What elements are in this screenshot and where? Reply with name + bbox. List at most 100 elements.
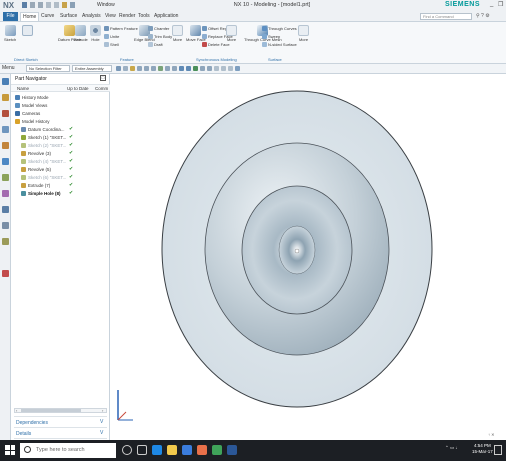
history-icon[interactable] <box>2 174 9 181</box>
draft-button[interactable]: Draft <box>148 42 163 47</box>
tree-node[interactable]: Simple Hole (8) ✔ <box>11 190 110 197</box>
scroll-left-icon[interactable]: ‹ <box>16 408 17 413</box>
control-point-icon[interactable] <box>151 66 156 71</box>
chrome-icon[interactable] <box>197 445 207 455</box>
chamfer-button[interactable]: Chamfer <box>148 26 169 31</box>
scroll-right-icon[interactable]: › <box>102 408 103 413</box>
store-icon[interactable] <box>182 445 192 455</box>
tree-node[interactable]: History Mode <box>11 94 110 101</box>
sketch-button[interactable]: Sketch <box>4 25 16 42</box>
tab-surface[interactable]: Surface <box>58 12 79 21</box>
wcs-icon[interactable] <box>214 66 219 71</box>
constraint-navigator-icon[interactable] <box>2 110 9 117</box>
restore-button[interactable]: ❐ <box>498 1 503 8</box>
roles-icon[interactable] <box>2 222 9 229</box>
taskbar-search-input[interactable]: Type here to search <box>20 443 116 458</box>
undo-icon[interactable] <box>30 2 35 8</box>
tab-render[interactable]: Render <box>117 12 137 21</box>
n-sided-surface-button[interactable]: N-sided Surface <box>262 42 297 47</box>
reuse-library-icon[interactable] <box>2 126 9 133</box>
feature-more-button[interactable]: More <box>172 25 183 42</box>
tab-analysis[interactable]: Analysis <box>80 12 103 21</box>
system-tray[interactable]: ⌃ ▭ ♩ <box>445 445 460 451</box>
bounded-grid-icon[interactable] <box>200 66 205 71</box>
action-center-icon[interactable] <box>494 445 502 455</box>
tab-home[interactable]: Home <box>20 12 40 21</box>
sketch-curve-tools[interactable] <box>22 25 33 37</box>
pattern-feature-button[interactable]: Pattern Feature <box>104 26 138 31</box>
existing-point-icon[interactable] <box>186 66 191 71</box>
task-view-icon[interactable] <box>137 445 147 455</box>
close-icon[interactable]: □ <box>100 75 106 81</box>
cortana-icon[interactable] <box>122 445 132 455</box>
navigator-scrollbar[interactable]: ‹ › <box>14 408 107 413</box>
help-icon[interactable]: ⚲ ? ⚙ <box>476 13 490 19</box>
tree-node[interactable]: Cameras <box>11 110 110 117</box>
minimize-button[interactable]: _ <box>490 1 493 7</box>
hole-center[interactable] <box>294 248 300 254</box>
tree-node[interactable]: Sketch (2) "SKET... ✔ <box>11 142 110 149</box>
tab-tools[interactable]: Tools <box>136 12 152 21</box>
surface-more-button[interactable]: More <box>298 25 309 42</box>
redo-icon[interactable] <box>38 2 43 8</box>
tree-node[interactable]: Revolve (5) ✔ <box>11 166 110 173</box>
endpoint-icon[interactable] <box>137 66 142 71</box>
select-icon[interactable] <box>116 66 121 71</box>
cut-icon[interactable] <box>46 2 51 8</box>
word-icon[interactable] <box>227 445 237 455</box>
column-comment[interactable]: Comm <box>95 86 108 91</box>
extrude-button[interactable]: Extrude <box>74 25 88 42</box>
file-explorer-icon[interactable] <box>167 445 177 455</box>
intersection-icon[interactable] <box>158 66 163 71</box>
tree-node[interactable]: Sketch (4) "SKET... ✔ <box>11 158 110 165</box>
menu-button[interactable]: Menu <box>2 65 15 71</box>
tree-node[interactable]: Revolve (3) ✔ <box>11 150 110 157</box>
point-on-face-icon[interactable] <box>193 66 198 71</box>
selection-filter-dropdown[interactable]: No Selection Filter <box>26 65 70 72</box>
sync-more-button[interactable]: More <box>226 25 237 42</box>
assembly-navigator-icon[interactable] <box>2 94 9 101</box>
web-browser-icon[interactable] <box>2 158 9 165</box>
paste-icon[interactable] <box>62 2 67 8</box>
tree-node[interactable]: Sketch (1) "SKET... ✔ <box>11 134 110 141</box>
show-snap-icon[interactable] <box>207 66 212 71</box>
snap-point-icon[interactable] <box>130 66 135 71</box>
column-up-to-date[interactable]: Up to Date <box>67 86 89 91</box>
tree-node[interactable]: Extrude (7) ✔ <box>11 182 110 189</box>
tab-view[interactable]: View <box>103 12 118 21</box>
selection-scope-dropdown[interactable]: Entire Assembly <box>72 65 112 72</box>
tree-node[interactable]: Datum Coordina... ✔ <box>11 126 110 133</box>
tree-node[interactable]: Model Views <box>11 102 110 109</box>
system-scenes-icon[interactable] <box>2 238 9 245</box>
save-icon[interactable] <box>22 2 27 8</box>
process-studio-icon[interactable] <box>2 190 9 197</box>
arc-center-icon[interactable] <box>165 66 170 71</box>
midpoint-icon[interactable] <box>144 66 149 71</box>
tree-node[interactable]: Model History <box>11 118 110 125</box>
point-on-curve-icon[interactable] <box>179 66 184 71</box>
scroll-thumb[interactable] <box>21 409 81 412</box>
edge-browser-icon[interactable] <box>152 445 162 455</box>
tab-application[interactable]: Application <box>152 12 180 21</box>
layer-icon[interactable] <box>221 66 226 71</box>
tab-curve[interactable]: Curve <box>39 12 56 21</box>
unite-button[interactable]: Unite <box>104 34 119 39</box>
manufacturing-wizards-icon[interactable] <box>2 206 9 213</box>
window-menu[interactable]: Window <box>97 2 115 8</box>
windows-start-icon[interactable] <box>5 445 15 455</box>
palette-icon[interactable] <box>2 270 9 277</box>
tab-file[interactable]: File <box>3 12 18 21</box>
hole-button[interactable]: Hole <box>90 25 101 42</box>
view-orient-icon[interactable] <box>228 66 233 71</box>
render-style-icon[interactable] <box>235 66 240 71</box>
trim-body-button[interactable]: Trim Body <box>148 34 172 39</box>
details-panel[interactable]: Details V <box>14 427 107 438</box>
quadrant-icon[interactable] <box>172 66 177 71</box>
hd3d-tools-icon[interactable] <box>2 142 9 149</box>
part-navigator-icon[interactable] <box>2 78 9 85</box>
curve-rule-icon[interactable] <box>123 66 128 71</box>
nx-taskbar-icon[interactable] <box>212 445 222 455</box>
through-curves-button[interactable]: Through Curves <box>262 26 297 31</box>
delete-face-button[interactable]: Delete Face <box>202 42 230 47</box>
sweep-button[interactable]: Sweep <box>262 34 280 39</box>
